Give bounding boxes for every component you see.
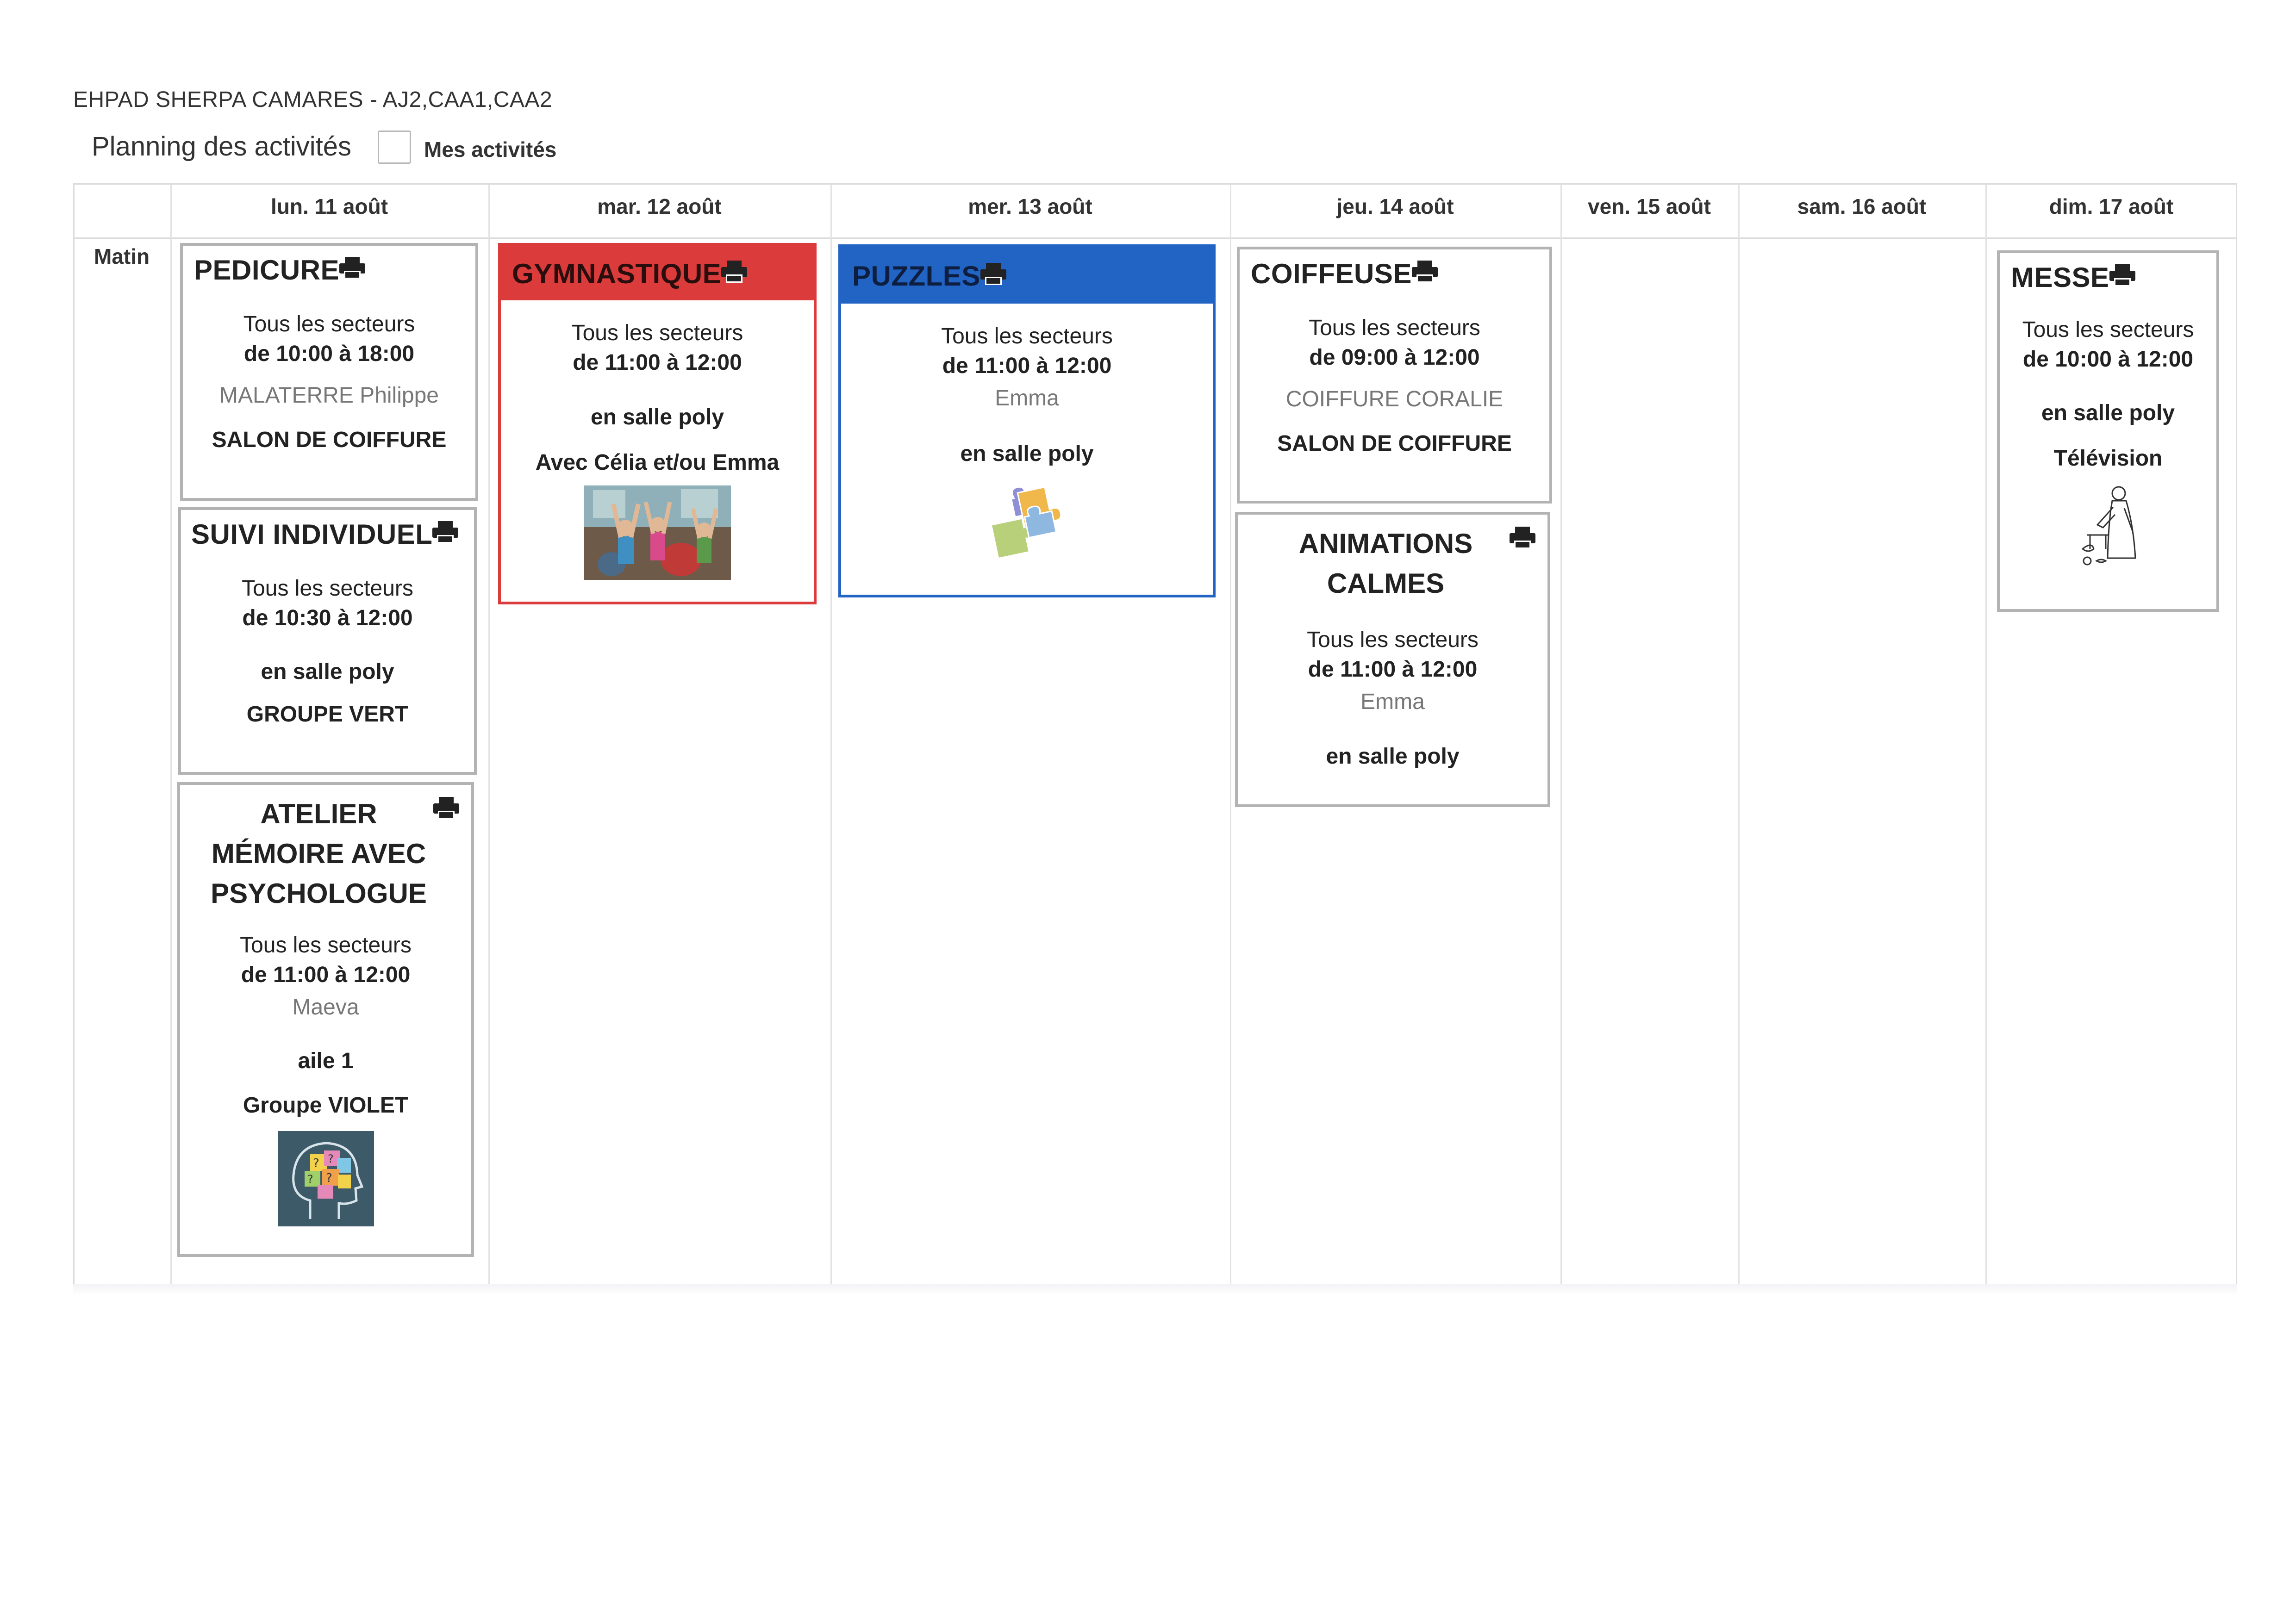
gymnastics-photo xyxy=(584,485,731,580)
card-title: ANIMATIONS CALMES xyxy=(1238,515,1547,603)
activity-title-line: MÉMOIRE AVEC xyxy=(211,838,426,869)
activity-sector: Tous les secteurs xyxy=(240,933,412,958)
svg-text:?: ? xyxy=(313,1157,319,1170)
activity-sector: Tous les secteurs xyxy=(571,321,743,345)
activity-staff: Emma xyxy=(995,386,1059,410)
activity-staff: MALATERRE Philippe xyxy=(219,383,439,408)
printer-icon[interactable] xyxy=(432,521,459,543)
printer-icon[interactable] xyxy=(339,257,366,279)
activity-title-line: ATELIER xyxy=(260,798,377,829)
activity-card-puzzles[interactable]: PUZZLES Tous les secteurs de 11:00 à 12:… xyxy=(838,244,1216,597)
printer-icon[interactable] xyxy=(721,261,748,283)
svg-text:?: ? xyxy=(307,1173,313,1186)
activity-title: PUZZLES xyxy=(852,261,980,292)
priest-illustration xyxy=(2081,486,2136,566)
printer-icon[interactable] xyxy=(433,797,459,819)
activity-place: SALON DE COIFFURE xyxy=(1277,431,1512,456)
memory-brain-image: ? ? ? ? xyxy=(277,1131,374,1226)
printer-icon[interactable] xyxy=(1411,261,1438,283)
card-title: COIFFEUSE xyxy=(1240,249,1549,290)
column-divider xyxy=(488,185,490,1288)
activity-staff: Maeva xyxy=(292,995,359,1020)
activity-card-suivi-individuel[interactable]: SUIVI INDIVIDUEL Tous les secteurs de 10… xyxy=(178,507,477,775)
day-header-tue: mar. 12 août xyxy=(597,194,722,218)
activity-title: SUIVI INDIVIDUEL xyxy=(191,519,433,550)
card-title: PUZZLES xyxy=(841,247,1213,304)
activity-card-gymnastique[interactable]: GYMNASTIQUE Tous les secteurs de 11:00 à… xyxy=(498,243,817,604)
column-divider xyxy=(1560,185,1562,1288)
activity-place: en salle poly xyxy=(960,442,1094,466)
my-activities-checkbox[interactable] xyxy=(378,131,411,164)
activity-place: en salle poly xyxy=(261,659,394,684)
activity-card-coiffeuse[interactable]: COIFFEUSE Tous les secteurs de 09:00 à 1… xyxy=(1237,247,1552,504)
activity-sector: Tous les secteurs xyxy=(941,324,1113,348)
card-title: ATELIER MÉMOIRE AVEC PSYCHOLOGUE xyxy=(180,785,471,914)
column-divider xyxy=(170,185,172,1288)
activity-title: GYMNASTIQUE xyxy=(512,258,722,289)
activity-time: de 11:00 à 12:00 xyxy=(573,350,742,375)
my-activities-label[interactable]: Mes activités xyxy=(424,137,556,162)
activity-card-messe[interactable]: MESSE Tous les secteurs de 10:00 à 12:00… xyxy=(1997,250,2219,612)
column-divider xyxy=(830,185,832,1288)
activity-card-animations-calmes[interactable]: ANIMATIONS CALMES Tous les secteurs de 1… xyxy=(1235,512,1550,807)
day-header-fri: ven. 15 août xyxy=(1588,194,1711,218)
activity-place: SALON DE COIFFURE xyxy=(212,428,447,452)
activity-place: en salle poly xyxy=(1326,744,1460,769)
day-header-sun: dim. 17 août xyxy=(2049,194,2174,218)
activity-sector: Tous les secteurs xyxy=(242,576,413,601)
column-divider xyxy=(1230,185,1231,1288)
activity-note: Avec Célia et/ou Emma xyxy=(535,450,780,475)
activity-time: de 10:00 à 18:00 xyxy=(243,342,415,366)
activity-sector: Tous les secteurs xyxy=(243,312,415,336)
header-divider xyxy=(75,237,2236,239)
card-title: MESSE xyxy=(2000,253,2216,293)
card-title: GYMNASTIQUE xyxy=(501,246,814,300)
puzzle-icon xyxy=(990,486,1061,560)
activity-sector: Tous les secteurs xyxy=(1309,316,1480,340)
activity-time: de 11:00 à 12:00 xyxy=(241,963,411,987)
activity-card-pedicure[interactable]: PEDICURE Tous les secteurs de 10:00 à 18… xyxy=(180,243,478,501)
activity-group: GROUPE VERT xyxy=(246,702,409,727)
svg-text:?: ? xyxy=(326,1171,332,1185)
activity-title-line: PSYCHOLOGUE xyxy=(211,878,427,909)
activity-time: de 10:30 à 12:00 xyxy=(242,606,413,630)
column-divider xyxy=(1985,185,1987,1288)
svg-text:?: ? xyxy=(328,1152,334,1165)
day-header-wed: mer. 13 août xyxy=(968,194,1092,218)
activity-note: Télévision xyxy=(2053,446,2163,471)
printer-icon[interactable] xyxy=(980,263,1006,285)
day-header-mon: lun. 11 août xyxy=(270,194,388,218)
activity-place: en salle poly xyxy=(2041,401,2175,425)
day-header-thu: jeu. 14 août xyxy=(1336,194,1454,218)
printer-icon[interactable] xyxy=(1510,527,1535,549)
activity-place: aile 1 xyxy=(298,1049,354,1073)
activity-staff: Emma xyxy=(1360,690,1425,714)
activity-sector: Tous les secteurs xyxy=(1307,628,1479,652)
activity-title: PEDICURE xyxy=(194,255,340,286)
activity-time: de 09:00 à 12:00 xyxy=(1309,345,1480,370)
activity-time: de 11:00 à 12:00 xyxy=(1308,657,1478,682)
page-title: Planning des activités xyxy=(92,131,351,162)
column-divider xyxy=(1738,185,1740,1288)
activity-title-line: CALMES xyxy=(1327,568,1445,599)
card-title: PEDICURE xyxy=(183,246,475,286)
card-title: SUIVI INDIVIDUEL xyxy=(181,510,474,550)
activity-staff: COIFFURE CORALIE xyxy=(1285,387,1504,411)
activity-card-atelier-memoire[interactable]: ATELIER MÉMOIRE AVEC PSYCHOLOGUE Tous le… xyxy=(177,782,474,1257)
day-header-sat: sam. 16 août xyxy=(1797,194,1927,218)
activity-group: Groupe VIOLET xyxy=(243,1093,409,1118)
printer-icon[interactable] xyxy=(2109,264,2135,286)
activity-time: de 11:00 à 12:00 xyxy=(942,354,1112,378)
activity-sector: Tous les secteurs xyxy=(2022,317,2194,342)
activity-title: COIFFEUSE xyxy=(1251,258,1412,289)
organization-title: EHPAD SHERPA CAMARES - AJ2,CAA1,CAA2 xyxy=(73,87,553,112)
activity-time: de 10:00 à 12:00 xyxy=(2022,347,2194,372)
activity-title-line: ANIMATIONS xyxy=(1298,528,1473,559)
grid-bottom-edge xyxy=(73,1284,2237,1295)
activity-place: en salle poly xyxy=(590,405,724,429)
period-label-morning: Matin xyxy=(94,244,150,268)
activity-title: MESSE xyxy=(2011,262,2109,293)
